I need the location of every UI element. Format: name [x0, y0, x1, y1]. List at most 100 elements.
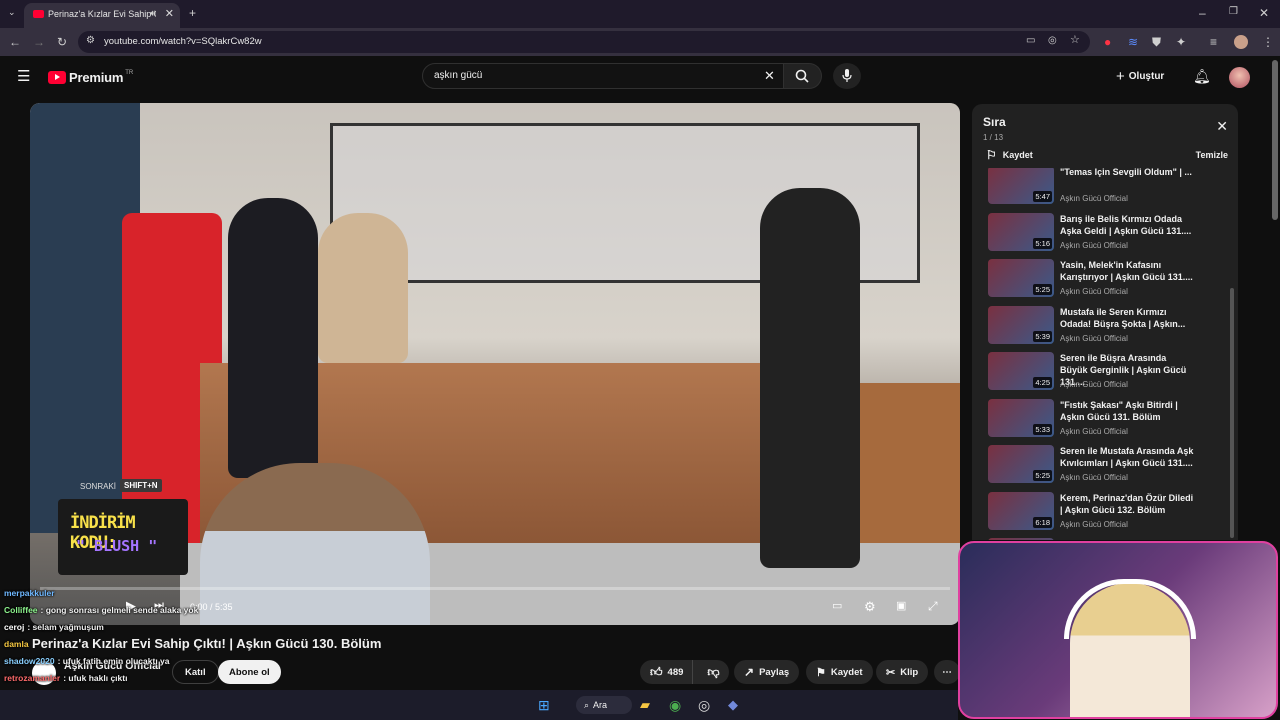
queue-item[interactable]: 5:25 Yasin, Melek'in Kafasını Karıştırıyo… — [972, 257, 1238, 303]
save-video-label: Kaydet — [830, 666, 863, 678]
discord-icon[interactable]: ◆ — [728, 698, 738, 711]
voice-search-button[interactable] — [833, 63, 861, 89]
notifications-bell-icon[interactable]: 🔔︎ — [1193, 69, 1211, 83]
window-close-icon[interactable]: ✕ — [1259, 7, 1269, 19]
reading-list-icon[interactable]: ≡ — [1210, 36, 1217, 48]
queue-title: Sıra — [983, 115, 1006, 129]
video-player[interactable]: SONRAKİ SHIFT+N İNDİRİM KODU: " BLUSH " … — [30, 103, 960, 625]
queue-item-thumbnail: 6:18 — [988, 491, 1054, 530]
restore-icon[interactable]: ❐ — [1229, 7, 1238, 17]
thumbs-down-icon: 👎︎ — [707, 664, 720, 679]
chat-message: damla — [4, 639, 32, 649]
youtube-logo[interactable]: Premium TR — [48, 69, 133, 85]
like-button[interactable]: 👍︎ 489 — [640, 660, 694, 684]
hamburger-menu-icon[interactable]: ☰ — [17, 69, 30, 84]
like-count: 489 — [667, 666, 684, 678]
clip-label: Klip — [900, 666, 919, 678]
clear-search-icon[interactable]: ✕ — [764, 69, 775, 82]
like-dislike-group: 👍︎ 489 👎︎ — [640, 660, 729, 684]
save-queue-button[interactable]: ⚐ Kaydet — [986, 148, 1033, 162]
obs-icon[interactable]: ◎ — [698, 698, 710, 712]
account-avatar-icon[interactable] — [1229, 67, 1250, 88]
clip-button[interactable]: ✂ Klip — [876, 660, 929, 684]
page-scrollbar[interactable] — [1272, 60, 1278, 220]
search-input[interactable]: aşkın gücü ✕ — [422, 63, 784, 89]
file-explorer-icon[interactable]: ▰ — [640, 698, 650, 711]
subscribe-button[interactable]: Abone ol — [218, 660, 281, 684]
tab-title: Perinaz'a Kızlar Evi Sahip Çıktı — [48, 9, 156, 19]
chat-text: : gong sonrası gelmeli sende alaka yok — [40, 605, 199, 615]
clear-queue-button[interactable]: Temizle — [1196, 150, 1228, 160]
next-label: SONRAKİ — [80, 482, 117, 491]
close-queue-icon[interactable]: ✕ — [1216, 118, 1228, 135]
windows-taskbar: ⊞ ⌕ Ara ▰ ◉ ◎ ◆ — [0, 690, 958, 720]
queue-item-thumbnail: 5:25 — [988, 445, 1054, 483]
queue-item-thumbnail: 5:16 — [988, 212, 1054, 251]
new-tab-icon[interactable]: + — [189, 7, 196, 19]
tab-list-icon[interactable]: ⌄ — [8, 8, 16, 17]
minimize-icon[interactable]: – — [1199, 7, 1206, 19]
windows-start-icon[interactable]: ⊞ — [538, 698, 550, 712]
thumbs-up-icon: 👍︎ — [650, 664, 663, 679]
back-icon[interactable]: ← — [9, 36, 21, 48]
bookmark-star-icon[interactable]: ☆ — [1070, 35, 1080, 46]
streamer-webcam — [958, 541, 1278, 719]
youtube-header: ☰ Premium TR aşkın gücü ✕ + Oluştur 🔔︎ — [0, 56, 1270, 100]
video-frame-person-middle — [318, 213, 408, 363]
share-button[interactable]: ↗ Paylaş — [734, 660, 800, 684]
reload-icon[interactable]: ↻ — [57, 36, 67, 48]
extensions-puzzle-icon[interactable]: ✦ — [1176, 36, 1186, 48]
dislike-button[interactable]: 👎︎ — [698, 660, 728, 684]
taskbar-search[interactable]: ⌕ Ara — [576, 696, 632, 714]
progress-bar[interactable] — [40, 587, 950, 590]
queue-item-duration: 5:25 — [1033, 470, 1052, 481]
chat-message: retrozamanler: ufuk haklı çıktı — [4, 673, 127, 683]
profile-avatar-icon[interactable] — [1234, 35, 1248, 49]
create-button[interactable]: + Oluştur — [1116, 66, 1164, 86]
chat-username: ceroj — [4, 622, 25, 632]
audio-icon[interactable]: 🔊︎ — [150, 9, 156, 18]
theater-mode-icon[interactable]: ▣ — [896, 601, 906, 612]
queue-item[interactable]: 6:18 Kerem, Perinaz'dan Özür Diledi | Aşk… — [972, 490, 1238, 536]
chat-username: merpakkuler — [4, 588, 55, 598]
queue-item-title: Seren ile Mustafa Arasında Aşk Kıvılcıml… — [1060, 446, 1194, 468]
queue-item-thumbnail: 5:39 — [988, 305, 1054, 344]
logo-region: TR — [125, 70, 134, 76]
forward-icon[interactable]: → — [33, 36, 45, 48]
eye-off-icon[interactable]: ◎ — [1048, 36, 1057, 46]
logo-text: Premium — [69, 69, 124, 85]
browser-tab-bar: ⌄ Perinaz'a Kızlar Evi Sahip Çıktı 🔊︎ ✕ … — [0, 0, 1280, 28]
more-actions-button[interactable]: ⋯ — [934, 660, 960, 684]
close-tab-icon[interactable]: ✕ — [165, 7, 174, 20]
queue-scrollbar[interactable] — [1230, 288, 1234, 538]
queue-item[interactable]: Osman ile Seren Birbirine Girdi! — [972, 536, 1238, 540]
queue-item[interactable]: 5:33 "Fıstık Şakası" Aşkı Bitirdi | Aşkın… — [972, 397, 1238, 443]
site-info-icon[interactable]: ⚙ — [86, 36, 95, 46]
cast-icon[interactable]: ▭ — [1026, 36, 1035, 46]
extension-red-icon[interactable]: ● — [1104, 36, 1111, 48]
queue-item[interactable]: 5:16 Barış ile Belis Kırmızı Odada Aşka G… — [972, 211, 1238, 257]
search-icon — [795, 69, 809, 83]
browser-tab[interactable]: Perinaz'a Kızlar Evi Sahip Çıktı 🔊︎ ✕ — [24, 3, 180, 28]
chrome-icon[interactable]: ◉ — [669, 698, 681, 712]
browser-menu-icon[interactable]: ⋮ — [1262, 36, 1274, 48]
queue-item-duration: 5:25 — [1033, 284, 1052, 295]
queue-list: 5:47 "Temas İçin Sevgili Oldum" | ... Aşkı… — [972, 168, 1238, 540]
queue-item-duration: 5:39 — [1033, 330, 1052, 342]
save-video-button[interactable]: ⚑ Kaydet — [806, 660, 873, 684]
extension-shield-icon[interactable]: ⛊ — [1152, 36, 1161, 48]
search-button[interactable] — [784, 63, 822, 89]
queue-item-channel: Aşkın Gücü Official — [1060, 333, 1128, 343]
queue-item-title: Osman ile Seren Birbirine Girdi! — [1060, 538, 1196, 540]
join-button[interactable]: Katıl — [172, 660, 219, 684]
address-field[interactable]: ⚙ youtube.com/watch?v=SQlakrCw82w ▭ ◎ ☆ — [78, 31, 1090, 53]
subtitles-icon[interactable]: ▭ — [832, 601, 842, 612]
queue-item[interactable]: 5:39 Mustafa ile Seren Kırmızı Odada! Büş… — [972, 304, 1238, 350]
queue-item[interactable]: 5:25 Seren ile Mustafa Arasında Aşk Kıvıl… — [972, 443, 1238, 489]
settings-gear-icon[interactable]: ⚙ — [864, 600, 876, 613]
extension-blue-icon[interactable]: ≋ — [1128, 36, 1138, 48]
queue-item-thumbnail: 5:33 — [988, 398, 1054, 437]
queue-item[interactable]: 5:47 "Temas İçin Sevgili Oldum" | ... Aşkı… — [972, 168, 1238, 210]
queue-item[interactable]: 4:25 Seren ile Büşra Arasında Büyük Gergi… — [972, 350, 1238, 396]
fullscreen-icon[interactable]: ⤢ — [928, 600, 938, 612]
